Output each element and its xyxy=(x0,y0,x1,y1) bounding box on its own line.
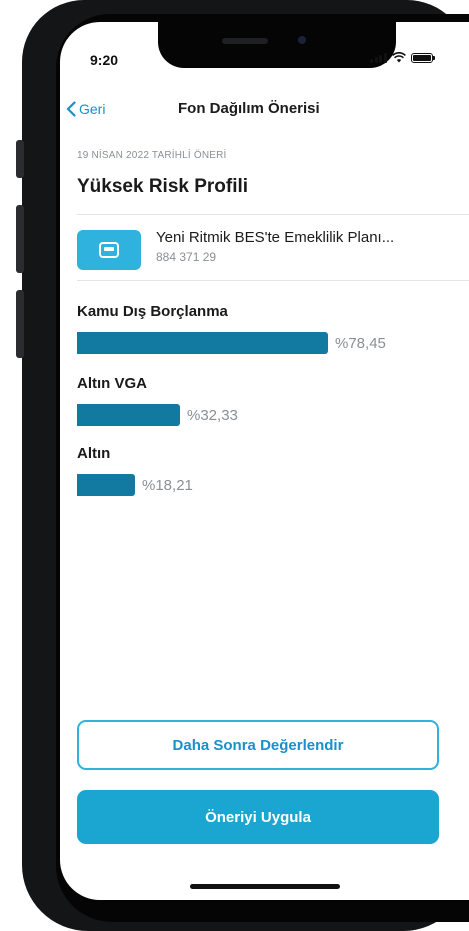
home-indicator[interactable] xyxy=(190,884,340,889)
fund-bar xyxy=(77,474,135,496)
app-screen: 9:20 Geri Fon Dağılım Önerisi 19 NİSAN 2… xyxy=(60,22,469,900)
navigation-bar: Geri Fon Dağılım Önerisi xyxy=(60,94,469,124)
fund-bar xyxy=(77,404,180,426)
page-title: Fon Dağılım Önerisi xyxy=(178,100,320,117)
fund-name: Kamu Dış Borçlanma xyxy=(77,303,228,320)
status-icons xyxy=(370,52,435,63)
wifi-icon xyxy=(391,52,406,63)
fund-percent: %78,45 xyxy=(335,335,386,352)
front-camera xyxy=(298,36,306,44)
back-button[interactable]: Geri xyxy=(66,94,105,124)
volume-down-button xyxy=(16,290,24,358)
back-label: Geri xyxy=(79,101,106,117)
risk-profile-title: Yüksek Risk Profili xyxy=(77,176,249,197)
plan-card-button[interactable] xyxy=(77,230,141,270)
card-icon xyxy=(99,242,119,258)
signal-icon xyxy=(370,52,387,63)
divider xyxy=(77,280,469,281)
recommendation-date: 19 NİSAN 2022 TARİHLİ ÖNERİ xyxy=(77,150,227,161)
fund-name: Altın VGA xyxy=(77,375,147,392)
speaker-grille xyxy=(222,38,268,44)
status-time: 9:20 xyxy=(90,52,119,68)
fund-bar xyxy=(77,332,328,354)
divider xyxy=(77,214,469,215)
plan-name[interactable]: Yeni Ritmik BES'te Emeklilik Planı... xyxy=(156,229,394,246)
volume-up-button xyxy=(16,205,24,273)
evaluate-later-button[interactable]: Daha Sonra Değerlendir xyxy=(77,720,439,770)
notch xyxy=(158,22,396,68)
battery-icon xyxy=(410,52,435,63)
fund-percent: %18,21 xyxy=(142,477,193,494)
fund-percent: %32,33 xyxy=(187,407,238,424)
mute-switch xyxy=(16,140,24,178)
fund-name: Altın xyxy=(77,445,111,462)
plan-number: 884 371 29 xyxy=(156,250,217,264)
apply-recommendation-button[interactable]: Öneriyi Uygula xyxy=(77,790,439,844)
chevron-left-icon xyxy=(66,101,76,117)
